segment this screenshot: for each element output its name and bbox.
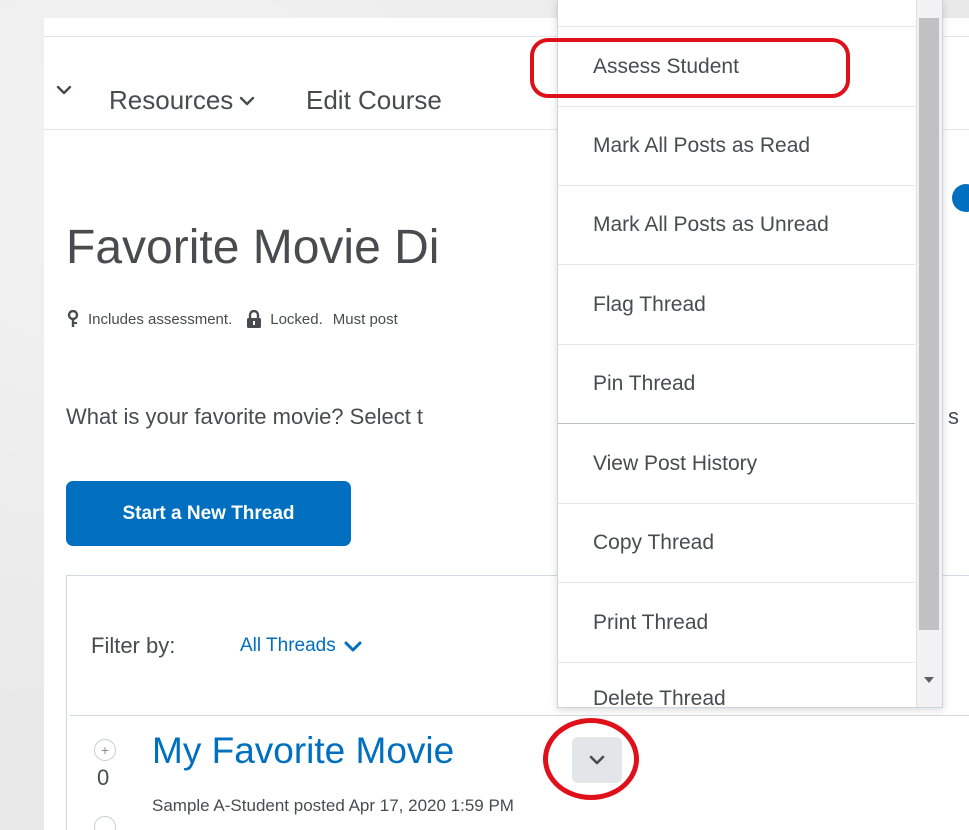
- chevron-down-icon: [56, 85, 72, 95]
- chevron-down-icon: [344, 641, 362, 651]
- meta-must-post: Must post: [332, 310, 398, 328]
- annotation-highlight-context-button: [543, 718, 639, 800]
- menu-scrollbar[interactable]: [916, 0, 942, 707]
- scroll-down-arrow-icon[interactable]: [924, 677, 934, 683]
- menu-item-pin-thread[interactable]: Pin Thread: [558, 345, 915, 424]
- meta-assessment: Includes assessment.: [88, 310, 233, 328]
- annotation-highlight-assess-student: [530, 38, 850, 98]
- menu-item-mark-unread[interactable]: Mark All Posts as Unread: [558, 186, 915, 265]
- chevron-down-icon: [240, 96, 255, 105]
- menu-item-copy-thread[interactable]: Copy Thread: [558, 504, 915, 583]
- menu-item-flag-thread[interactable]: Flag Thread: [558, 266, 915, 345]
- divider: [70, 715, 969, 716]
- nav-edit-course[interactable]: Edit Course: [306, 85, 442, 116]
- filter-label: Filter by:: [91, 633, 176, 658]
- help-icon[interactable]: [952, 184, 969, 212]
- start-new-thread-button[interactable]: Start a New Thread: [66, 481, 351, 546]
- nav-resources-label: Resources: [109, 85, 234, 115]
- nav-chevron-previous[interactable]: [56, 85, 72, 95]
- menu-item-print-thread[interactable]: Print Thread: [558, 584, 915, 663]
- nav-resources[interactable]: Resources: [109, 85, 255, 116]
- thread-context-menu: Assess Student Mark All Posts as Read Ma…: [557, 0, 943, 708]
- thread-posted-by: Sample A-Student posted Apr 17, 2020 1:5…: [152, 796, 514, 815]
- thread-title-link[interactable]: My Favorite Movie: [152, 730, 454, 772]
- nav-edit-course-label: Edit Course: [306, 85, 442, 115]
- key-icon: [67, 310, 79, 327]
- upvote-button[interactable]: +: [94, 739, 116, 761]
- menu-item-top-partial: [558, 0, 915, 27]
- lock-icon: [247, 310, 262, 328]
- scrollbar-thumb[interactable]: [919, 18, 939, 630]
- page-title: Favorite Movie Di: [66, 221, 440, 274]
- topic-meta: Includes assessment. Locked. Must post: [66, 310, 404, 328]
- meta-locked: Locked.: [270, 310, 323, 328]
- filter-dropdown[interactable]: All Threads: [240, 635, 362, 657]
- menu-item-view-post-history[interactable]: View Post History: [558, 425, 915, 504]
- menu-item-delete-thread[interactable]: Delete Thread: [558, 663, 915, 707]
- plus-icon: +: [100, 742, 110, 758]
- vote-count: 0: [97, 765, 110, 790]
- menu-item-mark-read[interactable]: Mark All Posts as Read: [558, 107, 915, 186]
- topic-description-tail: s: [948, 404, 959, 429]
- filter-value: All Threads: [240, 635, 336, 656]
- topic-description: What is your favorite movie? Select t: [66, 404, 424, 429]
